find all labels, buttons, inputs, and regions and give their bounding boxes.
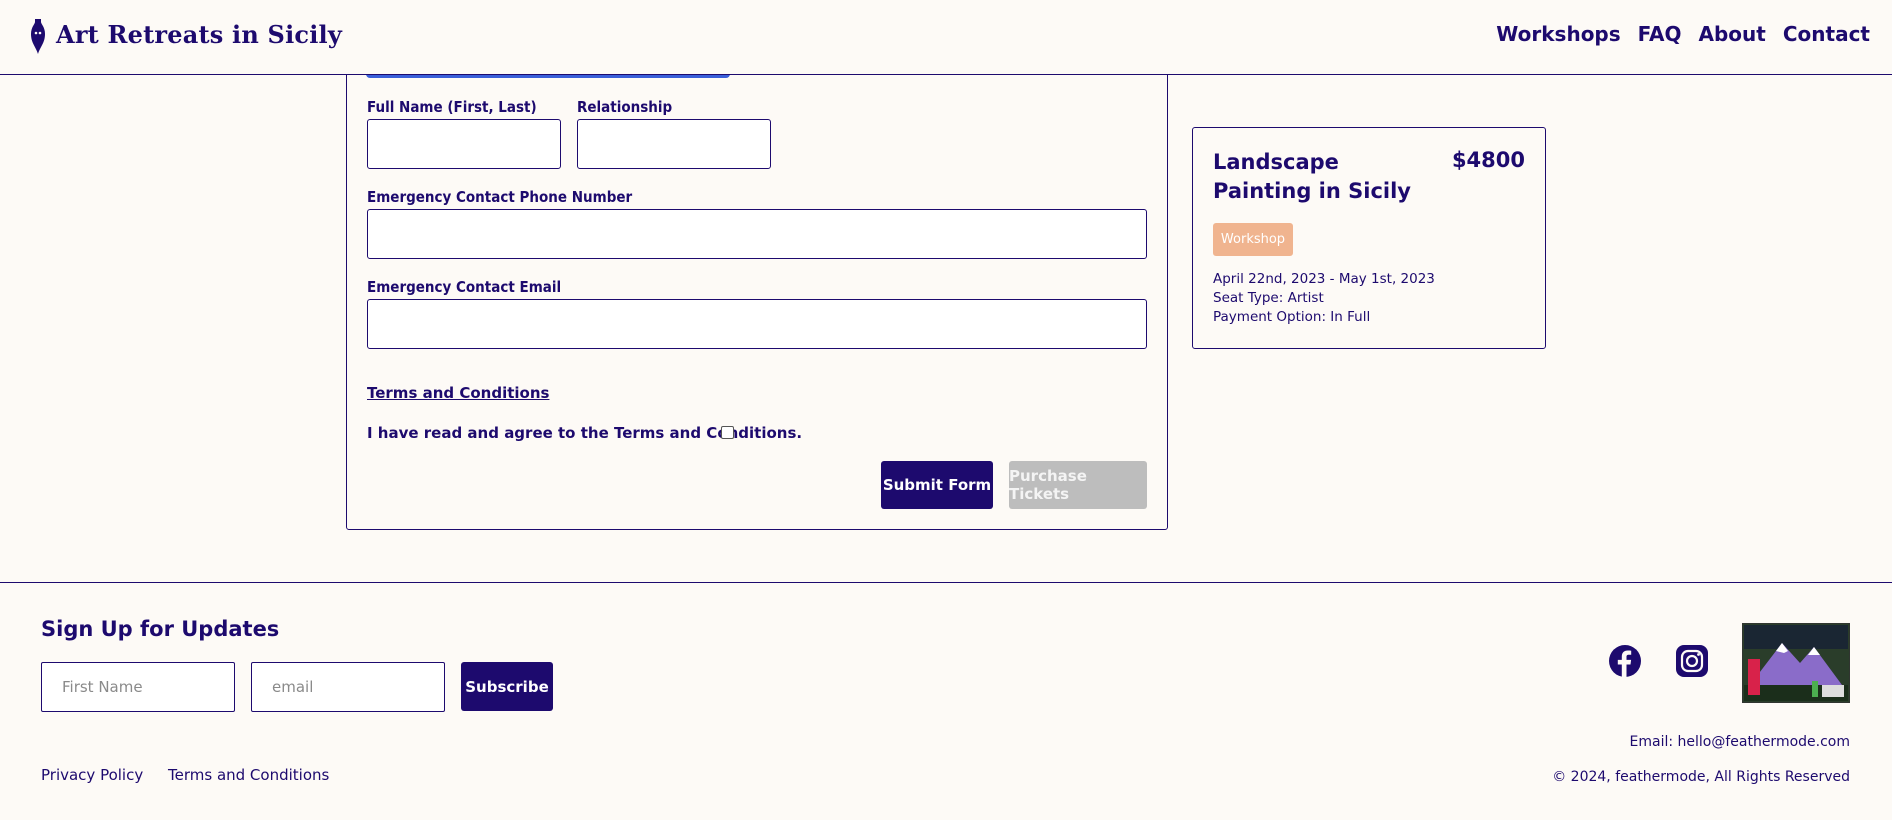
agree-terms-checkbox[interactable] xyxy=(721,426,734,439)
vase-icon[interactable] xyxy=(29,18,47,55)
relationship-label: Relationship xyxy=(577,98,673,116)
seat-type: Seat Type: Artist xyxy=(1213,290,1324,306)
submit-form-button[interactable]: Submit Form xyxy=(881,461,993,509)
nav-about[interactable]: About xyxy=(1699,22,1766,46)
nav-workshops[interactable]: Workshops xyxy=(1496,22,1620,46)
privacy-policy-link[interactable]: Privacy Policy xyxy=(41,766,143,784)
workshop-dates: April 22nd, 2023 - May 1st, 2023 xyxy=(1213,271,1435,287)
workshop-price: $4800 xyxy=(1451,148,1525,172)
signup-email-input[interactable] xyxy=(251,662,445,712)
site-footer: Sign Up for Updates Subscribe Privacy Po… xyxy=(0,582,1892,820)
emergency-email-label: Emergency Contact Email xyxy=(367,278,562,296)
colorado-badge-icon[interactable] xyxy=(1742,623,1850,703)
full-name-label: Full Name (First, Last) xyxy=(367,98,537,116)
signup-first-name-input[interactable] xyxy=(41,662,235,712)
instagram-icon[interactable] xyxy=(1676,645,1708,677)
footer-terms-link[interactable]: Terms and Conditions xyxy=(168,766,329,784)
nav-contact[interactable]: Contact xyxy=(1783,22,1870,46)
nav-faq[interactable]: FAQ xyxy=(1638,22,1682,46)
site-header: Art Retreats in Sicily Workshops FAQ Abo… xyxy=(0,0,1892,75)
contact-email[interactable]: Email: hello@feathermode.com xyxy=(1630,734,1851,750)
emergency-email-field[interactable] xyxy=(367,299,1147,349)
signup-title: Sign Up for Updates xyxy=(41,617,280,641)
emergency-phone-label: Emergency Contact Phone Number xyxy=(367,188,633,206)
workshop-badge: Workshop xyxy=(1213,223,1293,256)
facebook-icon[interactable] xyxy=(1609,645,1641,677)
main-nav: Workshops FAQ About Contact xyxy=(1496,22,1870,46)
workshop-title: Landscape Painting in Sicily xyxy=(1213,150,1411,203)
terms-and-conditions-link[interactable]: Terms and Conditions xyxy=(367,384,549,402)
payment-option: Payment Option: In Full xyxy=(1213,309,1371,325)
agree-terms-text: I have read and agree to the Terms and C… xyxy=(367,424,803,442)
full-name-field[interactable] xyxy=(367,119,561,169)
site-title[interactable]: Art Retreats in Sicily xyxy=(56,20,342,49)
copyright: © 2024, feathermode, All Rights Reserved xyxy=(1552,769,1850,785)
emergency-phone-field[interactable] xyxy=(367,209,1147,259)
relationship-field[interactable] xyxy=(577,119,771,169)
purchase-tickets-button[interactable]: Purchase Tickets xyxy=(1009,461,1147,509)
order-summary-card: Landscape Painting in Sicily $4800 Works… xyxy=(1192,127,1546,349)
subscribe-button[interactable]: Subscribe xyxy=(461,662,553,711)
